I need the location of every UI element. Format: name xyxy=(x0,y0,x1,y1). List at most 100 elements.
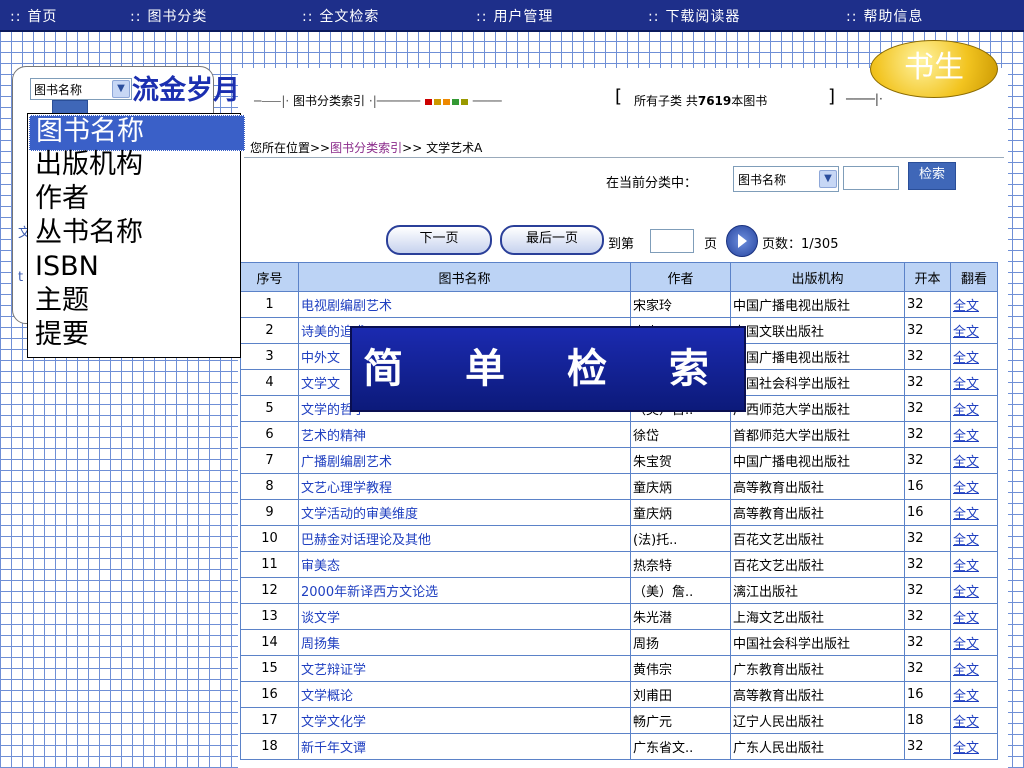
table-row: 7 广播剧编剧艺术 朱宝贺 中国广播电视出版社 32 全文 xyxy=(240,447,998,474)
chevron-down-icon[interactable]: ▼ xyxy=(819,170,837,188)
cell-index: 6 xyxy=(240,421,299,448)
cell-format: 32 xyxy=(904,395,951,422)
dropdown-option-title[interactable]: 图书名称 xyxy=(29,115,245,151)
cell-fulltext-link[interactable]: 全文 xyxy=(950,525,998,552)
nav-user-management[interactable]: :: 用户管理 xyxy=(476,6,553,26)
cell-fulltext-link[interactable]: 全文 xyxy=(950,369,998,396)
cell-fulltext-link[interactable]: 全文 xyxy=(950,343,998,370)
cell-fulltext-link[interactable]: 全文 xyxy=(950,629,998,656)
cell-format: 32 xyxy=(904,421,951,448)
cell-index: 2 xyxy=(240,317,299,344)
table-row: 9 文学活动的审美维度 童庆炳 高等教育出版社 16 全文 xyxy=(240,499,998,526)
table-row: 1 电视剧编剧艺术 宋家玲 中国广播电视出版社 32 全文 xyxy=(240,291,998,318)
cell-format: 18 xyxy=(904,707,951,734)
cell-title[interactable]: 文学概论 xyxy=(298,681,631,708)
next-page-button[interactable]: 下一页 xyxy=(386,225,492,255)
table-row: 10 巴赫金对话理论及其他 (法)托.. 百花文艺出版社 32 全文 xyxy=(240,525,998,552)
cell-format: 32 xyxy=(904,343,951,370)
cell-format: 32 xyxy=(904,369,951,396)
cell-format: 32 xyxy=(904,525,951,552)
last-page-button[interactable]: 最后一页 xyxy=(500,225,604,255)
cell-author: (法)托.. xyxy=(630,525,731,552)
nav-book-categories[interactable]: :: 图书分类 xyxy=(130,6,207,26)
nav-fulltext-search[interactable]: :: 全文检索 xyxy=(302,6,379,26)
cell-fulltext-link[interactable]: 全文 xyxy=(950,291,998,318)
cell-fulltext-link[interactable]: 全文 xyxy=(950,733,998,760)
cell-publisher: 广东教育出版社 xyxy=(730,655,905,682)
chevron-down-icon[interactable]: ▼ xyxy=(112,80,130,98)
cell-title[interactable]: 文艺心理学教程 xyxy=(298,473,631,500)
table-row: 13 谈文学 朱光潜 上海文艺出版社 32 全文 xyxy=(240,603,998,630)
cell-index: 7 xyxy=(240,447,299,474)
cell-fulltext-link[interactable]: 全文 xyxy=(950,577,998,604)
cell-title[interactable]: 谈文学 xyxy=(298,603,631,630)
cell-fulltext-link[interactable]: 全文 xyxy=(950,655,998,682)
cell-fulltext-link[interactable]: 全文 xyxy=(950,551,998,578)
shusheng-logo: 书生 xyxy=(870,40,998,98)
cell-fulltext-link[interactable]: 全文 xyxy=(950,499,998,526)
dropdown-option-series[interactable]: 丛书名称 xyxy=(29,217,243,251)
cell-title[interactable]: 文学活动的审美维度 xyxy=(298,499,631,526)
search-input[interactable] xyxy=(843,166,899,190)
cell-fulltext-link[interactable]: 全文 xyxy=(950,447,998,474)
go-arrow-icon[interactable] xyxy=(726,225,758,257)
cell-title[interactable]: 文学文化学 xyxy=(298,707,631,734)
cell-fulltext-link[interactable]: 全文 xyxy=(950,707,998,734)
cell-publisher: 百花文艺出版社 xyxy=(730,525,905,552)
breadcrumb-link[interactable]: 图书分类索引 xyxy=(330,141,402,155)
cell-format: 16 xyxy=(904,499,951,526)
category-index-line: ─⸺|· 图书分类索引 ·|────── ──── xyxy=(254,94,502,108)
dropdown-option-subject[interactable]: 主题 xyxy=(29,285,243,319)
header-index: 序号 xyxy=(240,262,299,292)
cell-publisher: 中国社会科学出版社 xyxy=(730,369,905,396)
cell-format: 32 xyxy=(904,655,951,682)
cell-title[interactable]: 巴赫金对话理论及其他 xyxy=(298,525,631,552)
cell-fulltext-link[interactable]: 全文 xyxy=(950,421,998,448)
cell-publisher: 百花文艺出版社 xyxy=(730,551,905,578)
cell-format: 32 xyxy=(904,629,951,656)
table-row: 8 文艺心理学教程 童庆炳 高等教育出版社 16 全文 xyxy=(240,473,998,500)
dropdown-option-author[interactable]: 作者 xyxy=(29,183,243,217)
field-select[interactable]: 图书名称 ▼ xyxy=(30,78,132,100)
cell-title[interactable]: 2000年新译西方文论选 xyxy=(298,577,631,604)
divider xyxy=(244,157,1004,158)
cell-publisher: 高等教育出版社 xyxy=(730,473,905,500)
dropdown-option-abstract[interactable]: 提要 xyxy=(29,319,243,353)
cell-author: 徐岱 xyxy=(630,421,731,448)
cell-index: 8 xyxy=(240,473,299,500)
cell-publisher: 广东人民出版社 xyxy=(730,733,905,760)
field-dropdown-list[interactable]: 图书名称 出版机构 作者 丛书名称 ISBN 主题 提要 xyxy=(27,113,245,358)
cell-title[interactable]: 艺术的精神 xyxy=(298,421,631,448)
cell-index: 18 xyxy=(240,733,299,760)
goto-label: 到第 xyxy=(608,237,635,252)
cell-publisher: 上海文艺出版社 xyxy=(730,603,905,630)
category-index-label: 图书分类索引 xyxy=(293,94,366,108)
cell-publisher: 中国社会科学出版社 xyxy=(730,629,905,656)
search-button[interactable]: 检索 xyxy=(908,162,956,190)
cell-title[interactable]: 广播剧编剧艺术 xyxy=(298,447,631,474)
header-view: 翻看 xyxy=(950,262,998,292)
simple-search-banner: 简 单 检 索 xyxy=(350,326,746,412)
nav-download-reader[interactable]: :: 下载阅读器 xyxy=(648,6,740,26)
cell-title[interactable]: 周扬集 xyxy=(298,629,631,656)
nav-home[interactable]: :: 首页 xyxy=(10,6,57,26)
search-field-select[interactable]: 图书名称 ▼ xyxy=(733,166,839,192)
page-number-input[interactable] xyxy=(650,229,694,253)
cell-title[interactable]: 新千年文谭 xyxy=(298,733,631,760)
cell-fulltext-link[interactable]: 全文 xyxy=(950,473,998,500)
nav-help[interactable]: :: 帮助信息 xyxy=(846,6,923,26)
cell-fulltext-link[interactable]: 全文 xyxy=(950,317,998,344)
cell-title[interactable]: 审美态 xyxy=(298,551,631,578)
cell-fulltext-link[interactable]: 全文 xyxy=(950,395,998,422)
dropdown-option-isbn[interactable]: ISBN xyxy=(29,251,243,285)
cell-title[interactable]: 电视剧编剧艺术 xyxy=(298,291,631,318)
cell-index: 4 xyxy=(240,369,299,396)
cell-fulltext-link[interactable]: 全文 xyxy=(950,681,998,708)
bracket-right: ] xyxy=(828,86,836,107)
cell-title[interactable]: 文艺辩证学 xyxy=(298,655,631,682)
dropdown-option-publisher[interactable]: 出版机构 xyxy=(29,149,243,183)
cell-author: 周扬 xyxy=(630,629,731,656)
cell-fulltext-link[interactable]: 全文 xyxy=(950,603,998,630)
cell-format: 32 xyxy=(904,317,951,344)
cell-publisher: 中国文联出版社 xyxy=(730,317,905,344)
